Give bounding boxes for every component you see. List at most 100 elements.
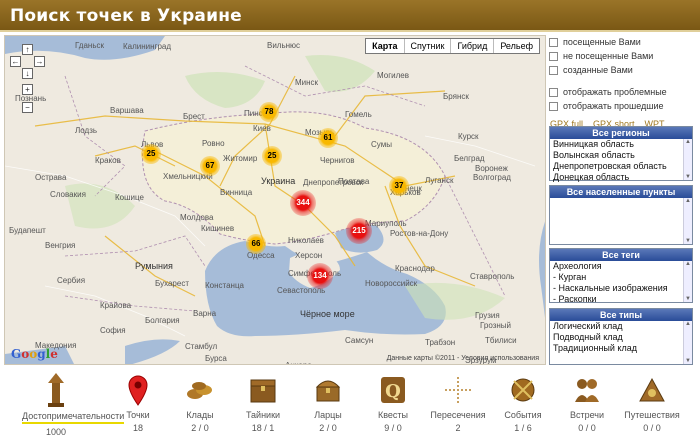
tags-header[interactable]: Все теги [550,249,692,261]
map-place-label: Будапешт [9,226,46,235]
map-place-label: Словакия [50,190,86,199]
point-cluster-marker[interactable]: 25 [262,146,282,166]
tags-list[interactable]: Все теги Археология - Курган - Наскальные … [549,248,693,305]
list-item[interactable]: - Курган [553,272,682,283]
event-icon [493,370,553,410]
pan-right-button[interactable]: → [34,56,45,67]
checkbox-not-visited[interactable]: не посещенные Вами [549,49,697,63]
map-base-layer [5,36,545,364]
map-place-label: Варшава [110,106,144,115]
map-type-selector: Карта Спутник Гибрид Рельеф [365,38,540,54]
zoom-out-button[interactable]: − [22,102,33,113]
checkbox-created[interactable]: созданные Вами [549,63,697,77]
regions-scrollbar[interactable] [683,139,692,180]
point-cluster-marker[interactable]: 37 [389,176,409,196]
types-list[interactable]: Все типы Логический клад Подводный клад Тр… [549,308,693,365]
regions-items: Винницкая область Волынская область Днепро… [550,139,692,183]
list-item[interactable]: Днепропетровская область [553,161,682,172]
map-place-label: Брест [183,112,205,121]
point-cluster-marker[interactable]: 66 [246,234,266,254]
page-title: Поиск точек в Украине [10,6,242,26]
list-item[interactable]: Археология [553,261,682,272]
list-item[interactable]: - Раскопки [553,294,682,305]
map-place-label: Белград [454,154,485,163]
checkbox-box[interactable] [549,87,558,97]
checkbox-label: не посещенные Вами [563,51,654,61]
checkbox-visited[interactable]: посещенные Вами [549,35,697,49]
checkbox-box[interactable] [549,37,558,47]
checkbox-show-past[interactable]: отображать прошедшие [549,99,697,113]
zoom-in-button[interactable]: + [22,84,33,95]
map-type-map-button[interactable]: Карта [366,39,403,53]
checkbox-box[interactable] [549,51,558,61]
types-scrollbar[interactable] [683,321,692,364]
pan-left-button[interactable]: ← [10,56,21,67]
tool-map-pin[interactable]: Точки 18 [108,370,168,433]
regions-header[interactable]: Все регионы [550,127,692,139]
map-type-hybrid-button[interactable]: Гибрид [450,39,493,53]
tool-quest[interactable]: Q Квесты 9 / 0 [363,370,423,433]
checkbox-box[interactable] [549,65,558,75]
map-view[interactable]: Гданьск Калининград Вильнюс Минск Гомель Брян… [4,35,546,365]
map-place-label: Курск [458,132,479,141]
list-item[interactable]: Традиционный клад [553,343,682,354]
map-place-label: Ростов-на-Дону [390,229,449,238]
map-place-label: Сумы [371,140,392,149]
pan-down-button[interactable]: ↓ [22,68,33,79]
map-type-satellite-button[interactable]: Спутник [403,39,451,53]
point-cluster-marker[interactable]: 25 [141,144,161,164]
app-header: Поиск точек в Украине [0,0,700,32]
map-place-label: Бухарест [155,279,189,288]
settlements-list[interactable]: Все населенные пункты [549,185,693,245]
tool-tower[interactable]: Достопримечательности 1000 [22,370,125,437]
tool-coins[interactable]: Клады 2 / 0 [170,370,230,433]
pan-up-button[interactable]: ↑ [22,44,33,55]
tool-crosshair[interactable]: Пересечения 2 [428,370,488,433]
tool-count: 9 / 0 [384,423,402,433]
list-item[interactable]: Волынская область [553,150,682,161]
regions-list[interactable]: Все регионы Винницкая область Волынская о… [549,126,693,183]
point-cluster-marker[interactable]: 61 [318,128,338,148]
map-place-label: Болгария [145,316,180,325]
checkbox-show-problematic[interactable]: отображать проблемные [549,85,697,99]
types-header[interactable]: Все типы [550,309,692,321]
list-item[interactable]: Донецкая область [553,172,682,183]
tags-scrollbar[interactable] [683,261,692,302]
point-cluster-marker[interactable]: 344 [290,190,316,216]
map-copyright[interactable]: Данные карты ©2011 - Условия использован… [387,355,539,362]
tool-chest[interactable]: Ларцы 2 / 0 [298,370,358,433]
tool-count: 18 [132,423,143,433]
point-cluster-marker[interactable]: 78 [259,102,279,122]
types-items: Логический клад Подводный клад Традиционны… [550,321,692,354]
map-place-label: Брянск [443,92,469,101]
map-place-label: Украина [261,176,296,186]
tool-label: Квесты [377,410,409,420]
coins-icon [170,370,230,410]
tool-count: 2 / 0 [319,423,337,433]
tool-event[interactable]: События 1 / 6 [493,370,553,433]
list-item[interactable]: Логический клад [553,321,682,332]
list-item[interactable]: Винницкая область [553,139,682,150]
point-cluster-marker[interactable]: 134 [307,263,333,289]
settlements-scrollbar[interactable] [683,198,692,244]
map-place-label: Гданьск [75,41,104,50]
google-logo[interactable]: Google [11,347,58,361]
map-pin-icon [108,370,168,410]
tool-cache-box[interactable]: Тайники 18 / 1 [233,370,293,433]
point-cluster-marker[interactable]: 67 [200,156,220,176]
map-place-label: Крайова [100,301,132,310]
tool-count: 1000 [45,427,67,437]
map-place-label: Молдова [180,213,214,222]
map-place-label: Анкара [285,361,312,364]
list-item[interactable]: Подводный клад [553,332,682,343]
list-item[interactable]: - Наскальные изображения [553,283,682,294]
map-place-label: Киев [253,124,271,133]
tool-travel[interactable]: Путешествия 0 / 0 [622,370,682,433]
point-cluster-marker[interactable]: 215 [346,218,372,244]
checkbox-box[interactable] [549,101,558,111]
tool-meeting[interactable]: Встречи 0 / 0 [557,370,617,433]
tool-count: 1 / 6 [514,423,532,433]
map-type-terrain-button[interactable]: Рельеф [493,39,539,53]
settlements-header[interactable]: Все населенные пункты [550,186,692,198]
tool-label: Пересечения [430,410,486,420]
